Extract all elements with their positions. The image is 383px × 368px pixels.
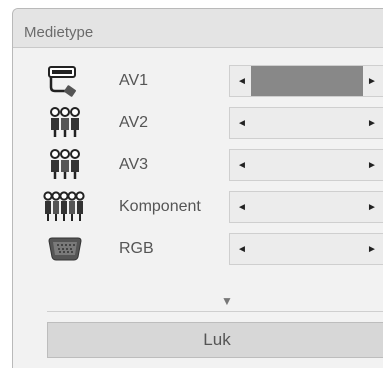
left-arrow-icon[interactable]: ◄ bbox=[232, 114, 252, 134]
scroll-down-icon[interactable]: ▼ bbox=[221, 294, 233, 308]
right-arrow-icon[interactable]: ► bbox=[362, 240, 382, 260]
left-arrow-icon[interactable]: ◄ bbox=[232, 156, 252, 176]
dialog-title-bar: Medietype bbox=[13, 9, 383, 48]
right-arrow-icon[interactable]: ► bbox=[362, 72, 382, 92]
input-row-av2: AV2 ◄ ► bbox=[13, 103, 383, 143]
input-label: AV1 bbox=[119, 72, 149, 89]
right-arrow-icon[interactable]: ► bbox=[362, 114, 382, 134]
dialog-title: Medietype bbox=[24, 24, 94, 41]
input-row-av1: AV1 ◄ ► bbox=[13, 61, 383, 101]
av2-selector[interactable]: ◄ ► bbox=[229, 107, 383, 139]
input-row-rgb: RGB ◄ ► bbox=[13, 229, 383, 269]
input-label: AV2 bbox=[119, 114, 149, 131]
vga-connector-icon bbox=[48, 237, 82, 261]
selector-value bbox=[251, 108, 363, 138]
selector-value bbox=[251, 150, 363, 180]
rgb-selector[interactable]: ◄ ► bbox=[229, 233, 383, 265]
left-arrow-icon[interactable]: ◄ bbox=[232, 240, 252, 260]
selector-value bbox=[251, 234, 363, 264]
media-type-dialog: Medietype AV1 ◄ ► AV2 ◄ ► AV3 ◄ ► Kompon… bbox=[12, 8, 383, 368]
close-button[interactable]: Luk bbox=[47, 322, 383, 358]
composite-av-connector-icon bbox=[50, 149, 80, 179]
input-row-av3: AV3 ◄ ► bbox=[13, 145, 383, 185]
right-arrow-icon[interactable]: ► bbox=[362, 156, 382, 176]
composite-av-connector-icon bbox=[50, 107, 80, 137]
selector-value bbox=[251, 192, 363, 222]
av3-selector[interactable]: ◄ ► bbox=[229, 149, 383, 181]
scart-connector-icon bbox=[48, 66, 76, 97]
divider bbox=[47, 311, 383, 312]
input-row-komponent: Komponent ◄ ► bbox=[13, 187, 383, 227]
left-arrow-icon[interactable]: ◄ bbox=[232, 198, 252, 218]
komponent-selector[interactable]: ◄ ► bbox=[229, 191, 383, 223]
input-label: AV3 bbox=[119, 156, 149, 173]
input-label: Komponent bbox=[119, 198, 201, 215]
input-label: RGB bbox=[119, 240, 154, 257]
left-arrow-icon[interactable]: ◄ bbox=[232, 72, 252, 92]
component-connector-icon bbox=[43, 191, 85, 221]
selector-value bbox=[251, 66, 363, 96]
right-arrow-icon[interactable]: ► bbox=[362, 198, 382, 218]
av1-selector[interactable]: ◄ ► bbox=[229, 65, 383, 97]
